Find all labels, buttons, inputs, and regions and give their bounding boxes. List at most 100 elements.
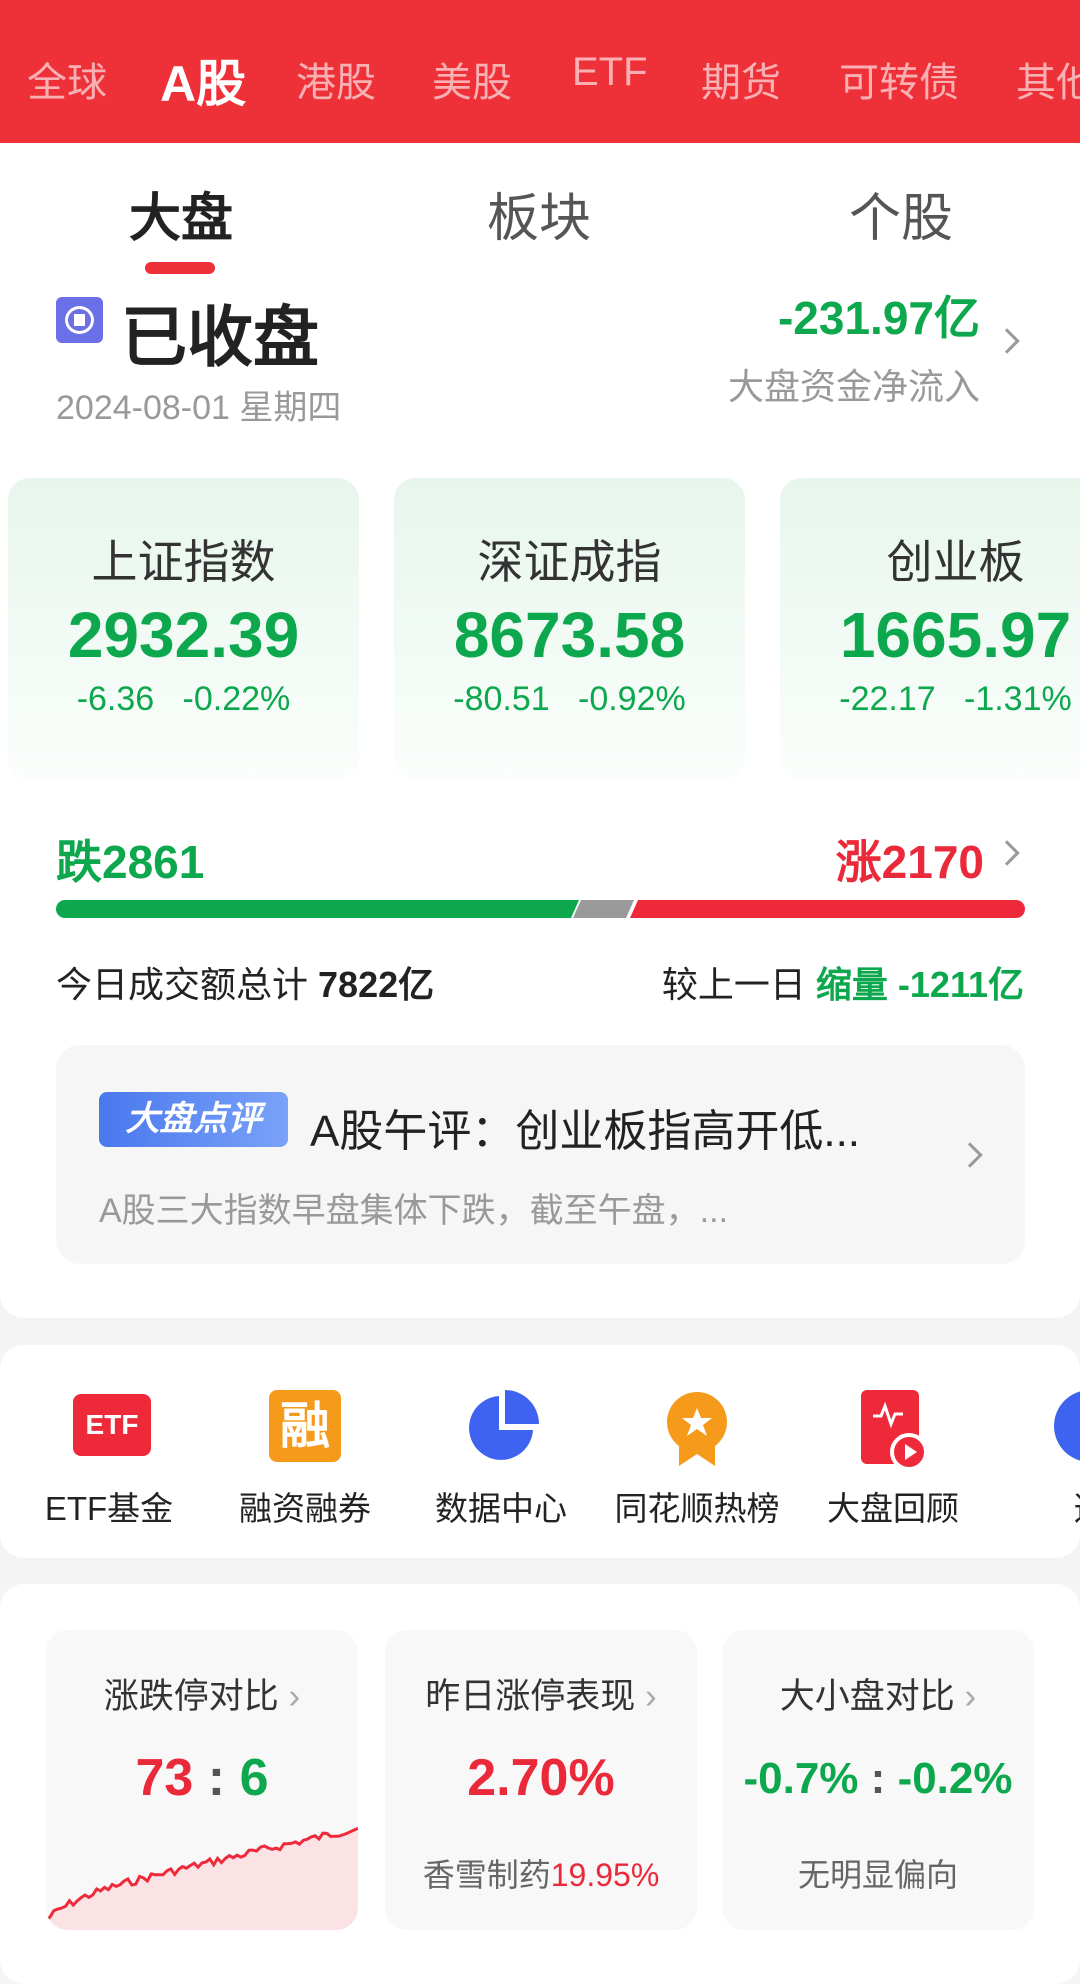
index-change-abs: -22.17 (839, 680, 936, 718)
card-title-text: 涨跌停对比 (103, 1677, 279, 1716)
breadth-bar-up (630, 900, 1025, 918)
ratio-separator: : (870, 1754, 886, 1803)
quick-link-label: ETF基金 (44, 1490, 174, 1527)
medal-icon (661, 1390, 733, 1466)
quick-link-etf[interactable]: ETF ETF基金 (19, 1390, 199, 1530)
breadth-bar-down (56, 900, 579, 918)
commentary-badge: 大盘点评 (99, 1092, 288, 1147)
subtab-stock[interactable]: 个股 (849, 176, 953, 251)
pie-chart-icon (465, 1390, 539, 1462)
large-cap-change: -0.7% (743, 1754, 859, 1803)
review-play-icon (857, 1390, 929, 1471)
active-tab-indicator (145, 262, 215, 274)
quick-link-label: 同花顺热榜 (614, 1490, 780, 1527)
pick-icon (1054, 1390, 1080, 1462)
index-change: -80.51 -0.92% (394, 680, 745, 719)
quick-link-label: 数据中心 (435, 1490, 567, 1527)
top-stock-change: 19.95% (550, 1857, 660, 1893)
chevron-right-icon (957, 1142, 983, 1168)
tab-etf[interactable]: ETF (572, 50, 648, 95)
index-change-abs: -6.36 (76, 680, 155, 718)
sparkline-area (46, 1828, 358, 1930)
breadth-bar-flat (573, 900, 634, 918)
market-tab-bar: 全球 A股 港股 美股 ETF 期货 可转债 其他 (0, 0, 1080, 143)
turnover-label: 今日成交额总计 (56, 964, 309, 1005)
compare-trend: 缩量 (815, 964, 888, 1005)
index-card-chinext[interactable]: 创业板 1665.97 -22.17 -1.31% (780, 478, 1080, 780)
margin-icon: 融 (269, 1390, 341, 1462)
index-change: -6.36 -0.22% (8, 680, 359, 719)
card-title: 昨日涨停表现 › (385, 1668, 697, 1719)
card-title-text: 大小盘对比 (779, 1677, 955, 1716)
advancers-count[interactable]: 涨2170 (836, 826, 984, 892)
card-title: 涨跌停对比 › (46, 1668, 358, 1719)
ratio-separator: : (207, 1749, 226, 1807)
breadth-bar (56, 900, 1025, 918)
card-title: 大小盘对比 › (722, 1668, 1034, 1719)
large-small-cap-card[interactable]: 大小盘对比 › -0.7% : -0.2% 无明显偏向 (722, 1630, 1034, 1930)
tab-convertible[interactable]: 可转债 (839, 50, 959, 108)
tab-other[interactable]: 其他 (1016, 50, 1080, 108)
quick-link-hot-list[interactable]: 同花顺热榜 (607, 1390, 787, 1530)
index-change-pct: -0.92% (578, 680, 686, 718)
limit-up-down-card[interactable]: 涨跌停对比 › 73 : 6 (46, 1630, 358, 1930)
etf-icon: ETF (73, 1390, 151, 1462)
tab-a-shares[interactable]: A股 (160, 44, 246, 116)
fund-flow-value: -231.97亿 (777, 292, 980, 344)
decliners-count: 跌2861 (56, 836, 205, 888)
market-commentary-card[interactable]: 大盘点评 A股午评：创业板指高开低... A股三大指数早盘集体下跌，截至午盘，.… (56, 1045, 1025, 1264)
index-change-pct: -0.22% (182, 680, 291, 718)
turnover-total: 今日成交额总计 7822亿 (56, 956, 434, 1008)
index-value: 2932.39 (67, 599, 300, 671)
quick-link-margin[interactable]: 融 融资融券 (215, 1390, 395, 1530)
index-name: 深证成指 (477, 536, 662, 588)
index-value: 1665.97 (839, 599, 1072, 671)
index-name: 上证指数 (91, 536, 276, 588)
index-change-pct: -1.31% (964, 680, 1072, 718)
index-name: 创业板 (886, 536, 1025, 588)
limit-ratio: 73 : 6 (46, 1748, 358, 1808)
limit-up-sparkline (46, 1827, 358, 1930)
turnover-value: 7822亿 (318, 964, 435, 1005)
small-cap-change: -0.2% (897, 1754, 1013, 1803)
yesterday-limit-up-card[interactable]: 昨日涨停表现 › 2.70% 香雪制药19.95% (385, 1630, 697, 1930)
quick-link-data-center[interactable]: 数据中心 (411, 1390, 591, 1530)
compare-delta: -1211亿 (897, 964, 1024, 1005)
market-date: 2024-08-01 星期四 (56, 389, 342, 427)
limit-up-count: 73 (135, 1749, 194, 1807)
tab-futures[interactable]: 期货 (701, 50, 781, 108)
tab-global[interactable]: 全球 (27, 50, 107, 108)
chevron-right-icon: › (964, 1677, 977, 1716)
tab-us[interactable]: 美股 (432, 50, 512, 108)
fund-flow-label: 大盘资金净流入 (727, 366, 980, 407)
tab-hk[interactable]: 港股 (296, 50, 376, 108)
limit-up-performance: 2.70% (467, 1749, 615, 1807)
index-card-shanghai[interactable]: 上证指数 2932.39 -6.36 -0.22% (8, 478, 359, 780)
top-stock: 香雪制药19.95% (385, 1850, 697, 1896)
quick-link-review[interactable]: 大盘回顾 (803, 1390, 983, 1530)
compare-label: 较上一日 (661, 964, 806, 1005)
market-closed-icon (56, 297, 103, 343)
commentary-summary: A股三大指数早盘集体下跌，截至午盘，... (99, 1192, 729, 1230)
top-stock-name: 香雪制药 (422, 1857, 551, 1893)
fund-flow[interactable]: -231.97亿 大盘资金净流入 (728, 282, 980, 410)
turnover-compare: 较上一日 缩量 -1211亿 (662, 956, 1024, 1008)
quick-link-pick[interactable]: 选 (1000, 1390, 1080, 1530)
market-status: 已收盘 (121, 300, 319, 374)
chevron-right-icon: › (645, 1677, 657, 1716)
quick-link-label: 选 (1000, 1482, 1080, 1530)
cap-ratio: -0.7% : -0.2% (722, 1754, 1034, 1804)
quick-link-label: 融资融券 (239, 1490, 371, 1527)
cap-bias: 无明显偏向 (797, 1857, 958, 1893)
index-card-shenzhen[interactable]: 深证成指 8673.58 -80.51 -0.92% (394, 478, 745, 780)
chevron-right-icon: › (288, 1677, 301, 1716)
index-change-abs: -80.51 (453, 680, 550, 718)
index-change: -22.17 -1.31% (780, 680, 1080, 719)
card-title-text: 昨日涨停表现 (425, 1677, 636, 1716)
index-value: 8673.58 (453, 599, 686, 671)
subtab-market[interactable]: 大盘 (129, 176, 233, 251)
quick-link-label: 大盘回顾 (827, 1490, 959, 1527)
commentary-title: A股午评：创业板指高开低... (310, 1107, 861, 1156)
limit-down-count: 6 (239, 1749, 269, 1807)
subtab-sector[interactable]: 板块 (487, 176, 591, 251)
